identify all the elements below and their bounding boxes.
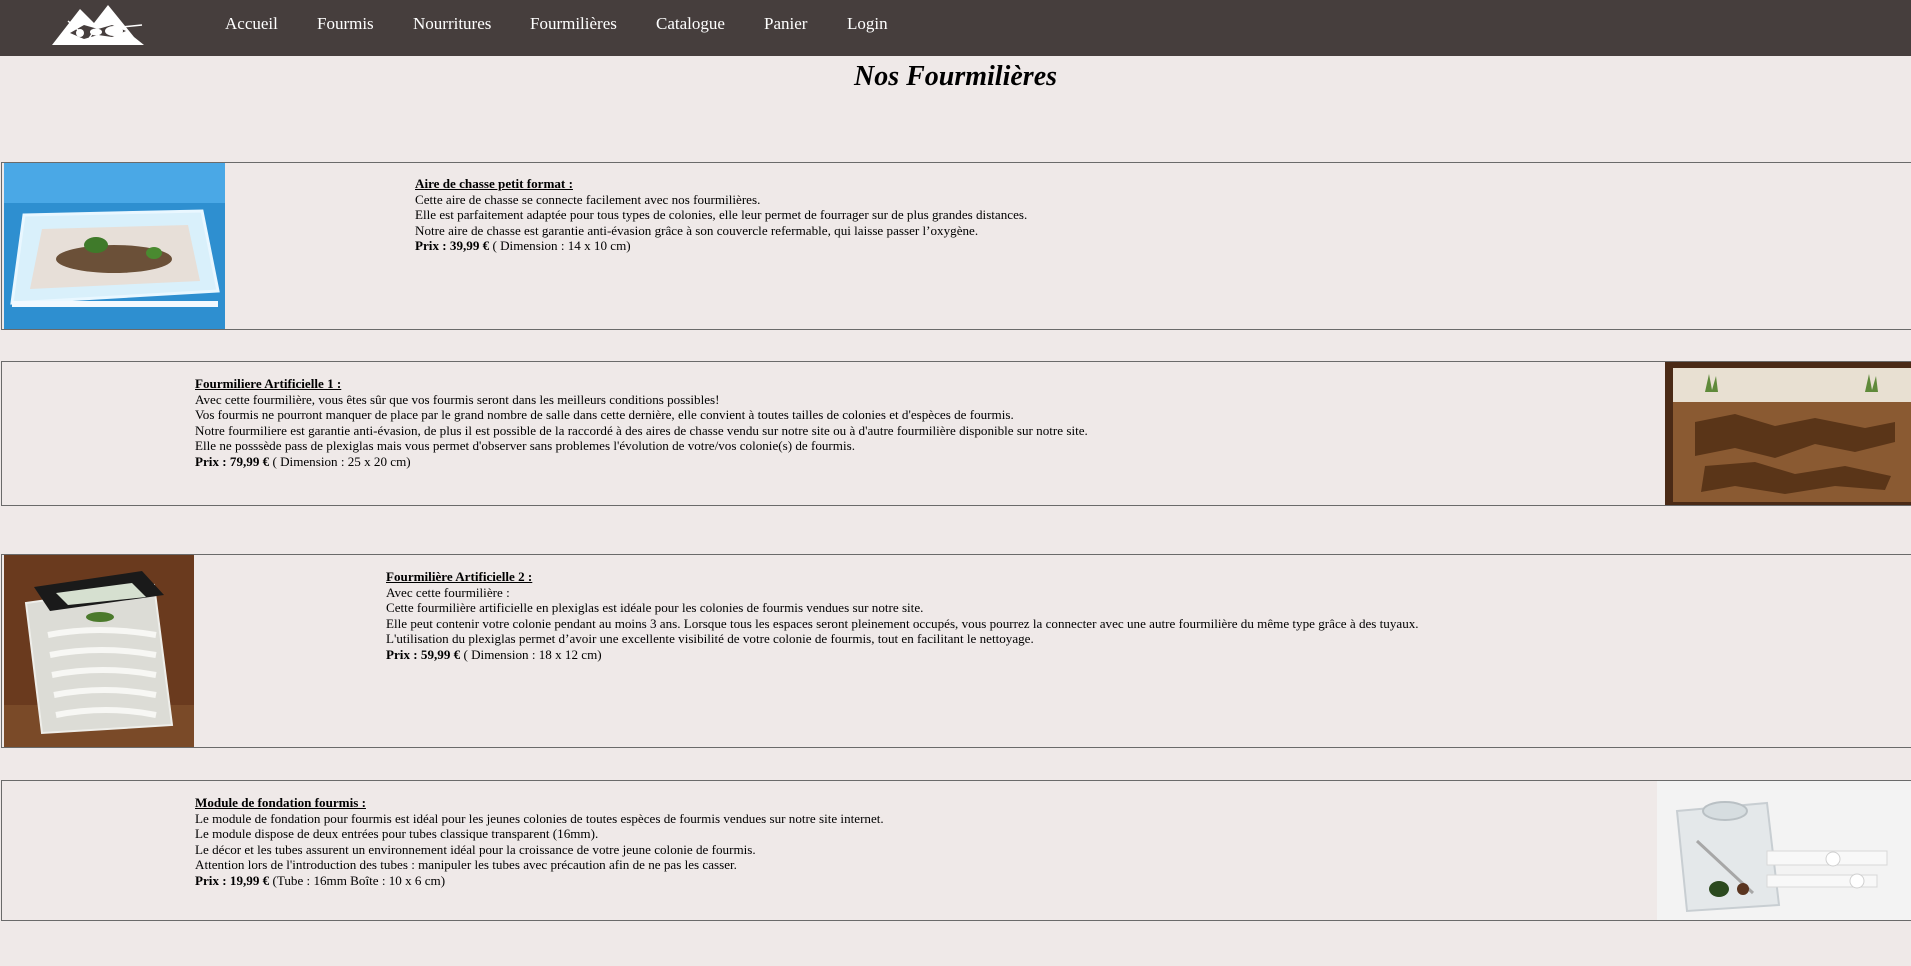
product-line: Le module dispose de deux entrées pour t… bbox=[195, 826, 599, 842]
nav-panier[interactable]: Panier bbox=[764, 14, 807, 34]
product-price: Prix : 39,99 € bbox=[415, 238, 490, 254]
product-card-foundation-module: Module de fondation fourmis : Le module … bbox=[1, 780, 1911, 921]
product-name: Fourmiliere Artificielle 1 : bbox=[195, 376, 342, 391]
product-dimension: (Tube : 16mm Boîte : 10 x 6 cm) bbox=[269, 872, 446, 888]
product-line: Notre fourmiliere est garantie anti-évas… bbox=[195, 422, 1088, 438]
product-line: Avec cette fourmilière, vous êtes sûr qu… bbox=[195, 391, 720, 407]
product-card-formicarium-1: Fourmiliere Artificielle 1 : Avec cette … bbox=[1, 361, 1911, 506]
plexiglass-hunting-area-image[interactable] bbox=[4, 163, 225, 329]
product-line: Le décor et les tubes assurent un enviro… bbox=[195, 841, 756, 857]
product-line: L'utilisation du plexiglas permet d’avoi… bbox=[386, 631, 1034, 647]
sand-formicarium-image[interactable] bbox=[1665, 362, 1911, 505]
product-dimension: ( Dimension : 18 x 12 cm) bbox=[460, 646, 602, 662]
product-price: Prix : 79,99 € bbox=[195, 453, 270, 469]
product-description: Fourmilière Artificielle 2 : Avec cette … bbox=[386, 569, 1419, 663]
product-dimension: ( Dimension : 25 x 20 cm) bbox=[269, 453, 411, 469]
nav-nourritures[interactable]: Nourritures bbox=[413, 14, 491, 34]
product-line: Elle peut contenir votre colonie pendant… bbox=[386, 615, 1419, 631]
product-name: Fourmilière Artificielle 2 : bbox=[386, 569, 533, 584]
nav-login[interactable]: Login bbox=[847, 14, 888, 34]
product-line: Le module de fondation pour fourmis est … bbox=[195, 810, 884, 826]
product-price-line: Prix : 39,99 € ( Dimension : 14 x 10 cm) bbox=[415, 238, 1027, 254]
product-description: Aire de chasse petit format : Cette aire… bbox=[415, 176, 1027, 254]
product-line: Avec cette fourmilière : bbox=[386, 584, 510, 600]
product-line: Cette aire de chasse se connecte facilem… bbox=[415, 191, 761, 207]
product-name: Module de fondation fourmis : bbox=[195, 795, 366, 810]
product-description: Module de fondation fourmis : Le module … bbox=[195, 795, 884, 889]
product-description: Fourmiliere Artificielle 1 : Avec cette … bbox=[195, 376, 1088, 470]
product-price: Prix : 19,99 € bbox=[195, 872, 270, 888]
product-line: Notre aire de chasse est garantie anti-é… bbox=[415, 222, 979, 238]
product-card-formicarium-2: Fourmilière Artificielle 2 : Avec cette … bbox=[1, 554, 1911, 748]
product-line: Elle est parfaitement adaptée pour tous … bbox=[415, 207, 1028, 223]
product-line: Elle ne posssède pass de plexiglas mais … bbox=[195, 438, 855, 454]
product-price-line: Prix : 59,99 € ( Dimension : 18 x 12 cm) bbox=[386, 647, 1419, 663]
top-navbar: Accueil Fourmis Nourritures Fourmilières… bbox=[0, 0, 1911, 56]
page-title: Nos Fourmilières bbox=[853, 61, 1058, 92]
nav-fourmilieres[interactable]: Fourmilières bbox=[530, 14, 617, 34]
ant-logo-icon[interactable] bbox=[50, 3, 146, 47]
nav-catalogue[interactable]: Catalogue bbox=[656, 14, 725, 34]
product-line: Vos fourmis ne pourront manquer de place… bbox=[195, 407, 1014, 423]
foundation-module-image[interactable] bbox=[1657, 781, 1911, 920]
product-price: Prix : 59,99 € bbox=[386, 646, 461, 662]
nav-fourmis[interactable]: Fourmis bbox=[317, 14, 374, 34]
product-name: Aire de chasse petit format : bbox=[415, 176, 573, 191]
product-price-line: Prix : 19,99 € (Tube : 16mm Boîte : 10 x… bbox=[195, 873, 884, 889]
product-price-line: Prix : 79,99 € ( Dimension : 25 x 20 cm) bbox=[195, 454, 1088, 470]
product-line: Cette fourmilière artificielle en plexig… bbox=[386, 600, 924, 616]
nav-accueil[interactable]: Accueil bbox=[225, 14, 278, 34]
product-card-hunting-area: Aire de chasse petit format : Cette aire… bbox=[1, 162, 1911, 330]
product-dimension: ( Dimension : 14 x 10 cm) bbox=[489, 238, 631, 254]
product-line: Attention lors de l'introduction des tub… bbox=[195, 857, 737, 873]
plexiglass-formicarium-image[interactable] bbox=[4, 555, 194, 747]
